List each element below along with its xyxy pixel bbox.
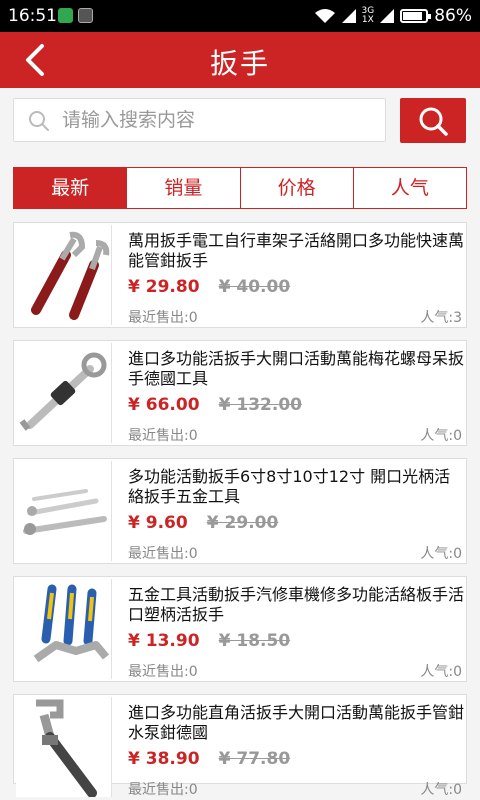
list-item[interactable]: 萬用扳手電工自行車架子活絡開口多功能快速萬能管鉗扳手 ¥ 29.80 ¥ 40.… [13,222,467,328]
product-list: 萬用扳手電工自行車架子活絡開口多功能快速萬能管鉗扳手 ¥ 29.80 ¥ 40.… [13,222,467,798]
product-image [16,225,112,325]
status-bar: 16:51 3G 1X 86% [0,0,480,32]
product-popularity: 人气:0 [420,664,462,680]
product-name: 五金工具活動扳手汽修車機修多功能活絡板手活口塑柄活扳手 [128,585,464,624]
search-input[interactable] [62,105,372,135]
tab-price[interactable]: 价格 [239,168,353,208]
tab-sales[interactable]: 销量 [126,168,239,208]
product-original-price: ¥ 18.50 [218,631,291,651]
wifi-icon [314,9,335,23]
product-name: 進口多功能直角活扳手大開口活動萬能扳手管鉗水泵鉗德國 [128,703,464,742]
product-original-price: ¥ 29.00 [206,513,279,533]
product-original-price: ¥ 77.80 [218,749,291,769]
image-notification-icon [78,8,93,23]
product-name: 進口多功能活扳手大開口活動萬能梅花螺母呆扳手德國工具 [128,349,464,388]
signal-icon-2 [380,9,395,23]
network-indicator: 3G 1X [362,7,375,25]
status-time: 16:51 [8,6,57,26]
product-sold: 最近售出:0 [128,310,198,326]
product-price: ¥ 9.60 [128,513,188,533]
product-popularity: 人气:3 [420,310,462,326]
product-image [16,579,112,679]
search-button-icon [419,107,448,136]
product-popularity: 人气:0 [420,782,462,798]
product-price: ¥ 13.90 [128,631,200,651]
product-sold: 最近售出:0 [128,428,198,444]
product-sold: 最近售出:0 [128,782,198,798]
product-popularity: 人气:0 [420,428,462,444]
product-sold: 最近售出:0 [128,546,198,562]
product-popularity: 人气:0 [420,546,462,562]
list-item[interactable]: 多功能活動扳手6寸8寸10寸12寸 開口光柄活絡扳手五金工具 ¥ 9.60 ¥ … [13,458,467,564]
battery-icon [400,9,432,23]
product-name: 萬用扳手電工自行車架子活絡開口多功能快速萬能管鉗扳手 [128,231,464,270]
page-title: 扳手 [209,47,270,80]
search-button[interactable] [400,98,466,143]
product-original-price: ¥ 132.00 [218,395,302,415]
list-item[interactable]: 五金工具活動扳手汽修車機修多功能活絡板手活口塑柄活扳手 ¥ 13.90 ¥ 18… [13,576,467,682]
app-notification-icon [58,8,73,23]
battery-percent: 86% [434,6,472,26]
title-bar: 扳手 [0,32,480,88]
search-icon [29,111,49,131]
list-item[interactable]: 進口多功能活扳手大開口活動萬能梅花螺母呆扳手德國工具 ¥ 66.00 ¥ 132… [13,340,467,446]
product-name: 多功能活動扳手6寸8寸10寸12寸 開口光柄活絡扳手五金工具 [128,467,451,506]
list-item[interactable]: 進口多功能直角活扳手大開口活動萬能扳手管鉗水泵鉗德國 ¥ 38.90 ¥ 77.… [13,694,467,798]
product-price: ¥ 66.00 [128,395,200,415]
tab-latest[interactable]: 最新 [14,168,127,208]
product-price: ¥ 38.90 [128,749,200,769]
signal-icon [341,9,356,23]
search-field[interactable] [13,98,386,142]
product-image [16,461,112,561]
network-subtype: 1X [361,15,374,25]
product-image [16,343,112,443]
search-bar [0,88,480,160]
sort-tabs: 最新 销量 价格 人气 [13,167,467,209]
product-original-price: ¥ 40.00 [218,277,291,297]
tab-popularity[interactable]: 人气 [352,168,466,208]
product-price: ¥ 29.80 [128,277,200,297]
product-image [16,697,112,797]
product-sold: 最近售出:0 [128,664,198,680]
